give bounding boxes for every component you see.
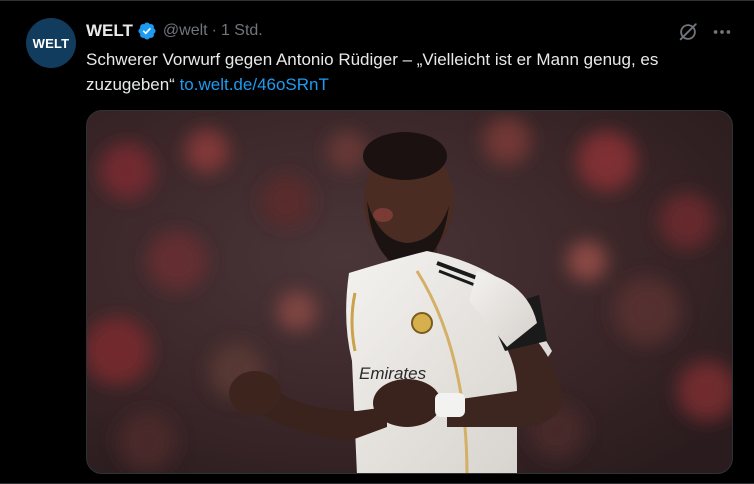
tweet-link[interactable]: to.welt.de/46oSRnT: [180, 75, 329, 94]
more-options-icon[interactable]: [710, 20, 734, 44]
tweet-card[interactable]: WELT WELT @welt · 1 Std. Schwerer Vorwur…: [0, 0, 754, 484]
player-photo: Emirates: [87, 111, 732, 473]
tweet-image[interactable]: Emirates: [86, 110, 733, 474]
tweet-body: Schwerer Vorwurf gegen Antonio Rüdiger –…: [86, 50, 659, 94]
verified-badge-icon[interactable]: [137, 21, 157, 41]
top-divider: [0, 0, 754, 1]
timestamp[interactable]: 1 Std.: [221, 22, 263, 40]
header-separator: ·: [211, 22, 217, 39]
author-handle[interactable]: @welt: [163, 22, 208, 40]
grok-icon[interactable]: [676, 20, 700, 44]
avatar[interactable]: WELT: [26, 18, 76, 68]
avatar-logo-text: WELT: [32, 35, 70, 51]
author-name[interactable]: WELT: [86, 21, 133, 41]
tweet-text: Schwerer Vorwurf gegen Antonio Rüdiger –…: [86, 47, 734, 97]
tweet-header: WELT @welt · 1 Std.: [86, 19, 263, 43]
